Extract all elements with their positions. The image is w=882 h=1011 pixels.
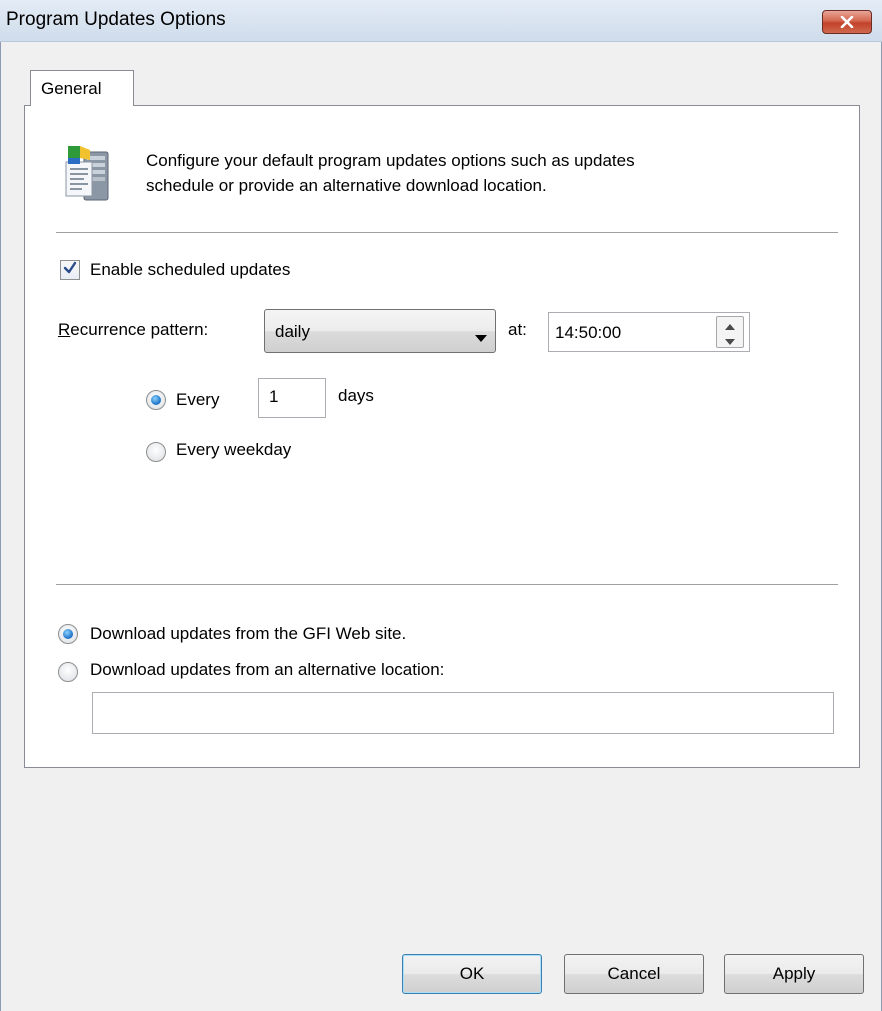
- every-weekday-radio[interactable]: [146, 442, 166, 462]
- description-line-1: Configure your default program updates o…: [146, 151, 635, 170]
- apply-button[interactable]: Apply: [724, 954, 864, 994]
- every-weekday-label[interactable]: Every weekday: [176, 440, 291, 460]
- days-label: days: [338, 386, 374, 405]
- chevron-down-icon: [475, 328, 487, 348]
- every-n-days-radio[interactable]: [146, 390, 166, 410]
- download-gfi-label[interactable]: Download updates from the GFI Web site.: [90, 624, 406, 644]
- ok-button[interactable]: OK: [402, 954, 542, 994]
- separator: [56, 584, 838, 586]
- separator: [56, 232, 838, 234]
- title-bar: Program Updates Options: [0, 0, 882, 42]
- tab-general[interactable]: General: [30, 70, 134, 106]
- download-alternative-radio[interactable]: [58, 662, 78, 682]
- tab-general-label: General: [41, 79, 102, 98]
- every-days-value: 1: [269, 387, 279, 406]
- at-label: at:: [508, 320, 527, 339]
- close-icon: [840, 16, 854, 28]
- enable-scheduled-updates-checkbox[interactable]: [60, 260, 80, 280]
- spin-down-button[interactable]: [717, 332, 743, 347]
- cancel-button[interactable]: Cancel: [564, 954, 704, 994]
- time-value: 14:50:00: [555, 323, 622, 342]
- window-title: Program Updates Options: [6, 9, 226, 30]
- alternative-location-input[interactable]: [92, 692, 834, 734]
- recurrence-pattern-label: Recurrence pattern:: [58, 320, 209, 339]
- server-update-icon: [54, 142, 120, 208]
- recurrence-pattern-value: daily: [275, 322, 310, 341]
- download-alternative-label[interactable]: Download updates from an alternative loc…: [90, 660, 444, 680]
- enable-scheduled-updates-label[interactable]: Enable scheduled updates: [90, 260, 290, 280]
- every-label[interactable]: Every: [176, 390, 219, 410]
- checkmark-icon: [63, 260, 77, 280]
- every-days-input[interactable]: 1: [258, 378, 326, 418]
- download-gfi-radio[interactable]: [58, 624, 78, 644]
- close-button[interactable]: [822, 10, 872, 34]
- time-spinner[interactable]: [716, 316, 744, 348]
- description-text: Configure your default program updates o…: [146, 148, 806, 198]
- recurrence-pattern-dropdown[interactable]: daily: [264, 309, 496, 353]
- description-line-2: schedule or provide an alternative downl…: [146, 176, 547, 195]
- chevron-down-icon: [725, 330, 735, 350]
